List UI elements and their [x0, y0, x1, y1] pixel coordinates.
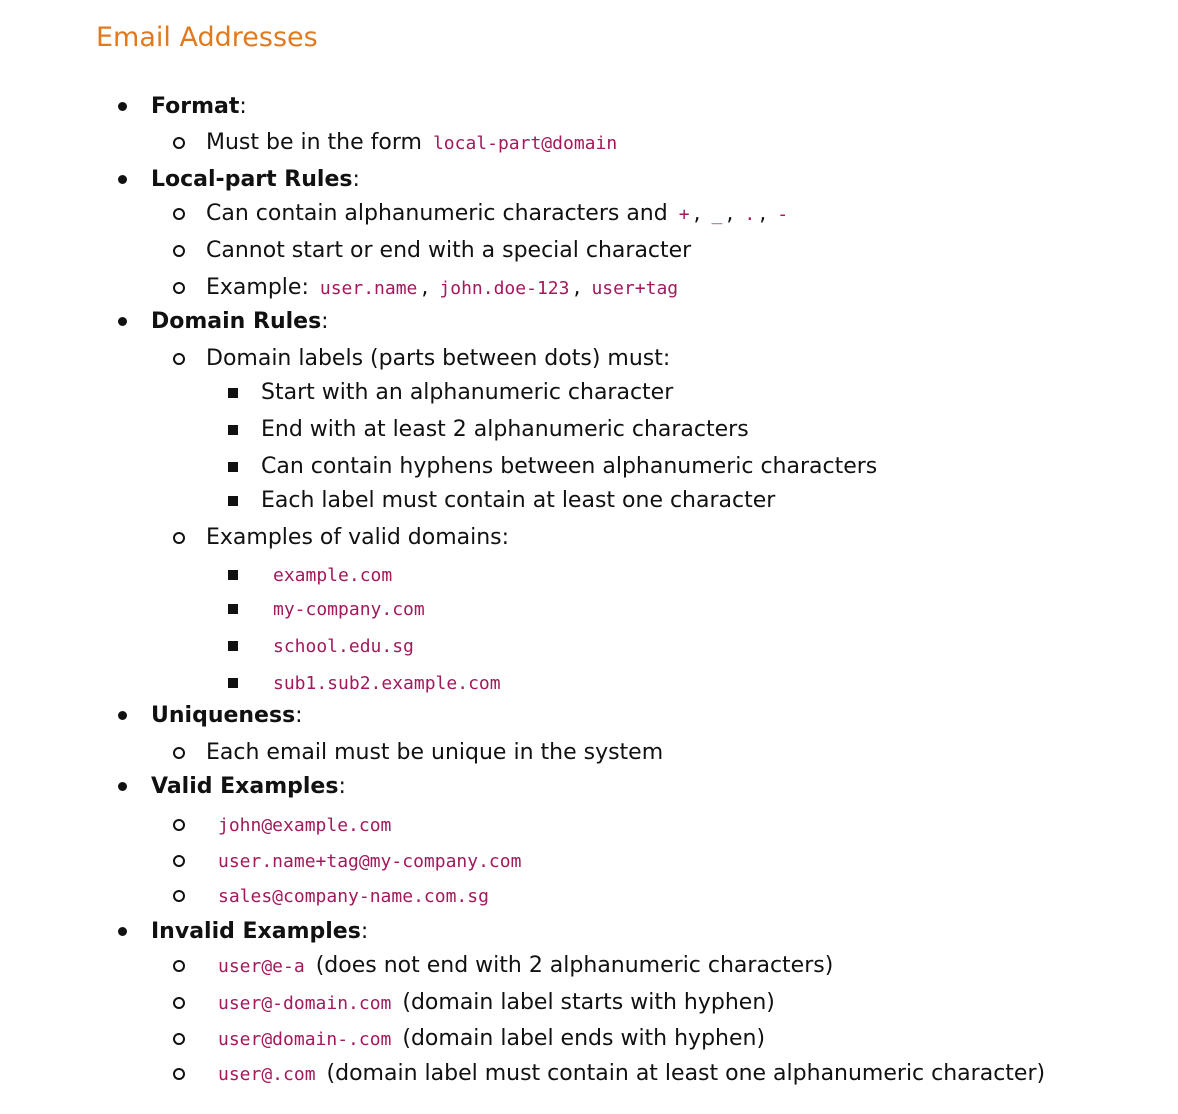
code-dot: .: [744, 204, 756, 225]
code-plus: +: [678, 204, 690, 225]
page-title: Email Addresses: [96, 22, 318, 53]
section-label-local-part: Local-part Rules: [151, 167, 353, 192]
code-email: user@-domain.com: [218, 993, 392, 1014]
code-email: john@example.com: [218, 815, 392, 836]
circle-bullet: [173, 1068, 185, 1080]
square-bullet: [228, 678, 238, 688]
code-domain: school.edu.sg: [273, 636, 414, 657]
circle-bullet: [173, 997, 185, 1009]
circle-bullet: [173, 137, 185, 149]
square-bullet: [228, 641, 238, 651]
code-domain: sub1.sub2.example.com: [273, 673, 501, 694]
circle-bullet: [173, 353, 185, 365]
square-bullet: [228, 388, 238, 398]
code-domain: my-company.com: [273, 599, 425, 620]
circle-bullet: [173, 747, 185, 759]
square-bullet: [228, 570, 238, 580]
disc-bullet: [118, 927, 127, 936]
disc-bullet: [118, 175, 127, 184]
code-hyphen: -: [777, 204, 789, 225]
circle-bullet: [173, 1033, 185, 1045]
code-email: sales@company-name.com.sg: [218, 886, 489, 907]
disc-bullet: [118, 711, 127, 720]
code-example: john.doe-123: [439, 278, 570, 299]
section-label-invalid: Invalid Examples: [151, 919, 361, 944]
circle-bullet: [173, 819, 185, 831]
code-email: user@domain-.com: [218, 1029, 392, 1050]
section-label-uniqueness: Uniqueness: [151, 703, 296, 728]
code-underscore: _: [711, 204, 723, 225]
code-example: user.name: [319, 278, 418, 299]
square-bullet: [228, 425, 238, 435]
circle-bullet: [173, 890, 185, 902]
code-email: user@e-a: [218, 956, 305, 977]
code-domain: example.com: [273, 565, 393, 586]
code-email: user@.com: [218, 1064, 316, 1085]
section-label-valid: Valid Examples: [151, 774, 339, 799]
disc-bullet: [118, 102, 127, 111]
circle-bullet: [173, 960, 185, 972]
circle-bullet: [173, 245, 185, 257]
circle-bullet: [173, 532, 185, 544]
disc-bullet: [118, 317, 127, 326]
section-label-domain: Domain Rules: [151, 309, 322, 334]
disc-bullet: [118, 782, 127, 791]
circle-bullet: [173, 208, 185, 220]
square-bullet: [228, 496, 238, 506]
section-label-format: Format: [151, 94, 240, 119]
document: Email Addresses Format: Must be in the f…: [96, 22, 1046, 1086]
square-bullet: [228, 462, 238, 472]
code-example: user+tag: [591, 278, 679, 299]
code-email: user.name+tag@my-company.com: [218, 851, 522, 872]
circle-bullet: [173, 855, 185, 867]
code-local-part-domain: local-part@domain: [432, 133, 618, 154]
circle-bullet: [173, 282, 185, 294]
square-bullet: [228, 604, 238, 614]
